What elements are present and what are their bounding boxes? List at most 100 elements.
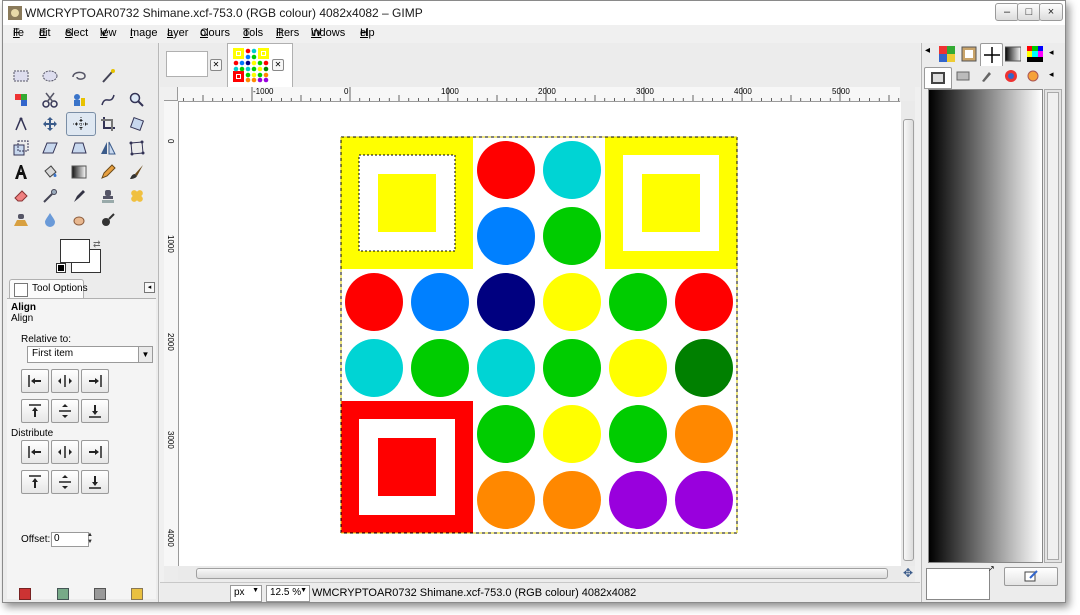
distribute-left-button[interactable] (21, 440, 49, 464)
text-tool[interactable] (10, 161, 32, 183)
image-tab-1[interactable] (166, 51, 208, 77)
eraser-tool[interactable] (10, 185, 32, 207)
rect-select-tool[interactable] (10, 65, 32, 87)
scissors-tool[interactable] (39, 89, 61, 111)
move-tool[interactable] (39, 113, 61, 135)
perspective-tool[interactable] (68, 137, 90, 159)
align-bottom-edge-button[interactable] (81, 399, 109, 423)
close-button[interactable]: × (1039, 3, 1063, 21)
dock-menu-icon[interactable]: ◂ (1049, 69, 1059, 81)
smudge-tool[interactable] (68, 209, 90, 231)
shear-icon (42, 142, 58, 154)
paths-tool[interactable] (97, 89, 119, 111)
spin-arrows-icon[interactable]: ▲ ▼ (87, 532, 93, 547)
align-left-edge-button[interactable] (21, 369, 49, 393)
brush-preview[interactable] (926, 568, 990, 600)
distribute-top-button[interactable] (21, 470, 49, 494)
navigate-icon[interactable]: ✥ (901, 566, 915, 580)
minimize-button[interactable]: – (995, 3, 1019, 21)
fuzzy-select-tool[interactable] (97, 65, 119, 87)
unit-select[interactable]: px ▼ (230, 585, 262, 602)
blur-tool[interactable] (39, 209, 61, 231)
clone-tool[interactable] (97, 185, 119, 207)
fg-bg-colors[interactable]: ⇄ (56, 239, 105, 275)
gradient-preview[interactable] (928, 89, 1043, 563)
measure-tool[interactable] (10, 113, 32, 135)
zoom-select[interactable]: 12.5 % ▼ (266, 585, 310, 602)
tool-options-tabbar: Tool Options ◂ (7, 279, 157, 299)
tab-menu-icon[interactable]: ◂ (144, 282, 155, 293)
align-middle-button[interactable] (51, 399, 79, 423)
tab-undo[interactable] (1026, 69, 1040, 86)
tab-images[interactable] (958, 43, 979, 65)
cage-transform-tool[interactable] (126, 137, 148, 159)
bucket-fill-tool[interactable] (39, 161, 61, 183)
image-viewport[interactable] (179, 102, 901, 566)
align-right-edge-button[interactable] (81, 369, 109, 393)
scale-tool[interactable] (10, 137, 32, 159)
flip-tool[interactable] (97, 137, 119, 159)
default-colors-icon[interactable] (56, 263, 66, 273)
zoom-tool[interactable] (126, 89, 148, 111)
tab-paths[interactable] (980, 69, 994, 86)
image-canvas[interactable] (179, 102, 901, 566)
ellipse-select-tool[interactable] (39, 65, 61, 87)
horizontal-ruler[interactable]: -1000 0 1000 2000 3000 4000 5000 (178, 87, 900, 102)
select-by-color-tool[interactable] (10, 89, 32, 111)
shear-tool[interactable] (39, 137, 61, 159)
distribute-bottom-button[interactable] (81, 470, 109, 494)
tab-channels[interactable] (956, 69, 970, 86)
tab-tool-options[interactable]: Tool Options (9, 279, 88, 299)
pencil-tool[interactable] (97, 161, 119, 183)
swap-colors-icon[interactable]: ⇄ (93, 239, 101, 250)
maximize-button[interactable]: □ (1017, 3, 1041, 21)
tab-colors[interactable] (1004, 69, 1018, 86)
move-icon (43, 117, 57, 131)
horizontal-scrollbar[interactable] (178, 566, 901, 580)
crop-tool[interactable] (97, 113, 119, 135)
images-icon (961, 46, 976, 62)
tab-layers[interactable] (924, 67, 952, 89)
tab-palettes[interactable] (1024, 43, 1045, 65)
restore-options-icon[interactable] (57, 588, 69, 600)
tab-patterns[interactable] (936, 43, 957, 65)
expand-icon[interactable]: ↗ (988, 564, 998, 574)
align-top-edge-button[interactable] (21, 399, 49, 423)
foreground-select-tool[interactable] (68, 89, 90, 111)
tab-gradients[interactable] (1002, 43, 1023, 65)
distribute-middle-button[interactable] (51, 470, 79, 494)
save-options-icon[interactable] (19, 588, 31, 600)
ink-tool[interactable] (68, 185, 90, 207)
quick-mask-corner[interactable] (164, 87, 178, 101)
align-center-button[interactable] (51, 369, 79, 393)
offset-spinbutton[interactable]: 0 (51, 532, 89, 547)
perspective-clone-tool[interactable] (10, 209, 32, 231)
edit-brush-button[interactable] (1004, 567, 1058, 586)
foreground-color-swatch[interactable] (60, 239, 90, 263)
vertical-scroll-thumb[interactable] (903, 119, 914, 561)
tab-brushes[interactable] (980, 43, 1003, 66)
vertical-scrollbar[interactable] (901, 101, 915, 566)
free-select-tool[interactable] (68, 65, 90, 87)
paths-icon (101, 94, 115, 106)
dock-menu-icon[interactable]: ◂ (1049, 47, 1059, 59)
paintbrush-tool[interactable] (126, 161, 148, 183)
close-tab-icon[interactable]: ✕ (272, 59, 284, 71)
heal-tool[interactable] (126, 185, 148, 207)
distribute-center-button[interactable] (51, 440, 79, 464)
align-hcenter-icon (58, 375, 72, 387)
blend-tool[interactable] (68, 161, 90, 183)
dodge-burn-tool[interactable] (97, 209, 119, 231)
relative-to-select[interactable]: First item ▼ (27, 346, 153, 363)
rotate-tool[interactable] (126, 113, 148, 135)
vertical-ruler[interactable]: 0 1000 2000 3000 4000 (164, 101, 179, 566)
delete-options-icon[interactable] (94, 588, 106, 600)
distribute-right-button[interactable] (81, 440, 109, 464)
horizontal-scroll-thumb[interactable] (196, 568, 888, 579)
close-tab-icon[interactable]: ✕ (210, 59, 222, 71)
dock-side-scrollbar[interactable] (1047, 92, 1059, 560)
magic-wand-icon (102, 69, 115, 83)
reset-options-icon[interactable] (131, 588, 143, 600)
airbrush-tool[interactable] (39, 185, 61, 207)
align-tool[interactable] (66, 112, 96, 136)
